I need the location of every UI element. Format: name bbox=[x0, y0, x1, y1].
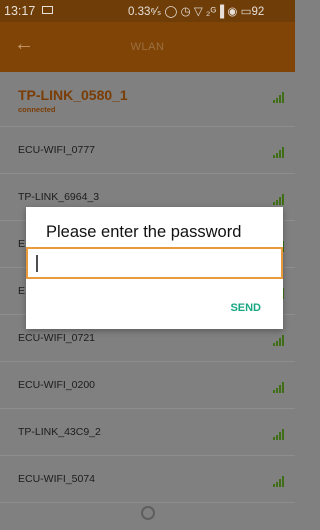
wifi-signal-icon bbox=[273, 476, 285, 487]
app-bar: ← WLAN bbox=[0, 22, 295, 72]
password-input[interactable] bbox=[40, 249, 274, 279]
wifi-signal-icon bbox=[273, 147, 285, 158]
message-icon bbox=[42, 6, 53, 14]
wifi-name: TP-LINK_43C9_2 bbox=[18, 426, 101, 438]
wifi-signal-icon bbox=[273, 194, 285, 205]
page-title: WLAN bbox=[130, 41, 165, 53]
wifi-item-connected[interactable]: TP-LINK_0580_1 connected bbox=[0, 72, 295, 127]
dialog-title: Please enter the password bbox=[46, 223, 242, 241]
password-field[interactable] bbox=[26, 247, 283, 279]
status-bar: 13:17 0.33⁶⁄ₛ ◯ ◷ ▽ ₂ᴳ▐ ◉ ▭92 bbox=[0, 0, 295, 22]
wifi-name: ECU-WIFI_5074 bbox=[18, 473, 96, 485]
wifi-name: TP-LINK_6964_3 bbox=[18, 191, 100, 203]
wifi-name: ECU-WIFI_0200 bbox=[18, 379, 96, 391]
send-button[interactable]: SEND bbox=[230, 302, 261, 314]
wifi-item[interactable]: ECU-WIFI_0777 bbox=[0, 127, 295, 174]
wifi-name: ECU-WIFI_0777 bbox=[18, 144, 96, 156]
wifi-name: E bbox=[18, 238, 26, 250]
status-time: 13:17 bbox=[4, 4, 36, 18]
wifi-name: E bbox=[18, 285, 26, 297]
text-cursor bbox=[36, 255, 38, 272]
password-dialog: Please enter the password SEND bbox=[26, 207, 283, 329]
wifi-status: connected bbox=[18, 105, 56, 114]
refresh-icon[interactable] bbox=[141, 506, 155, 520]
wifi-signal-icon bbox=[273, 382, 285, 393]
wifi-signal-icon bbox=[273, 335, 285, 346]
wifi-item[interactable]: ECU-WIFI_0200 bbox=[0, 362, 295, 409]
status-indicators: 0.33⁶⁄ₛ ◯ ◷ ▽ ₂ᴳ▐ ◉ ▭92 bbox=[128, 6, 265, 18]
wifi-signal-icon bbox=[273, 429, 285, 440]
wifi-signal-icon bbox=[273, 92, 285, 103]
wifi-item[interactable]: ECU-WIFI_5074 bbox=[0, 456, 295, 503]
wifi-name: ECU-WIFI_0721 bbox=[18, 332, 96, 344]
wifi-item[interactable]: TP-LINK_43C9_2 bbox=[0, 409, 295, 456]
wifi-name: TP-LINK_0580_1 bbox=[18, 87, 128, 103]
